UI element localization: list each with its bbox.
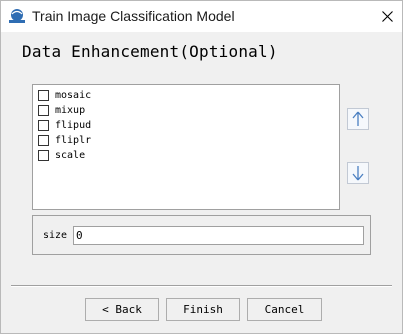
move-down-button[interactable] [347, 162, 369, 184]
list-item-label: fliplr [55, 134, 92, 146]
list-item-label: mixup [55, 104, 86, 116]
list-item-label: flipud [55, 119, 92, 131]
page-heading: Data Enhancement(Optional) [22, 42, 278, 61]
checkbox-flipud[interactable] [38, 119, 49, 131]
list-item-flipud[interactable]: flipud [38, 118, 91, 132]
list-item-scale[interactable]: scale [38, 148, 85, 162]
footer-divider [11, 285, 392, 287]
size-label: size [43, 230, 68, 241]
close-button[interactable] [372, 1, 402, 32]
back-button[interactable]: < Back [85, 298, 159, 321]
app-logo-icon [8, 8, 26, 26]
dialog-window: Train Image Classification Model Data En… [0, 0, 403, 334]
checkbox-mosaic[interactable] [38, 89, 49, 101]
arrow-up-icon [352, 111, 364, 126]
list-item-fliplr[interactable]: fliplr [38, 133, 91, 147]
checkbox-mixup[interactable] [38, 104, 49, 116]
list-item-mosaic[interactable]: mosaic [38, 88, 91, 102]
move-up-button[interactable] [347, 108, 369, 130]
window-title: Train Image Classification Model [32, 8, 235, 24]
list-item-mixup[interactable]: mixup [38, 103, 85, 117]
checkbox-fliplr[interactable] [38, 134, 49, 146]
cancel-button[interactable]: Cancel [247, 298, 322, 321]
size-input[interactable]: 0 [73, 226, 364, 245]
size-group: size 0 [32, 215, 371, 255]
title-bar: Train Image Classification Model [1, 1, 402, 32]
finish-button[interactable]: Finish [166, 298, 240, 321]
close-icon [381, 11, 393, 22]
list-item-label: mosaic [55, 89, 92, 101]
list-item-label: scale [55, 149, 86, 161]
checkbox-scale[interactable] [38, 149, 49, 161]
arrow-down-icon [352, 166, 364, 181]
augmentation-list[interactable]: mosaic mixup flipud fliplr scale [32, 84, 340, 210]
